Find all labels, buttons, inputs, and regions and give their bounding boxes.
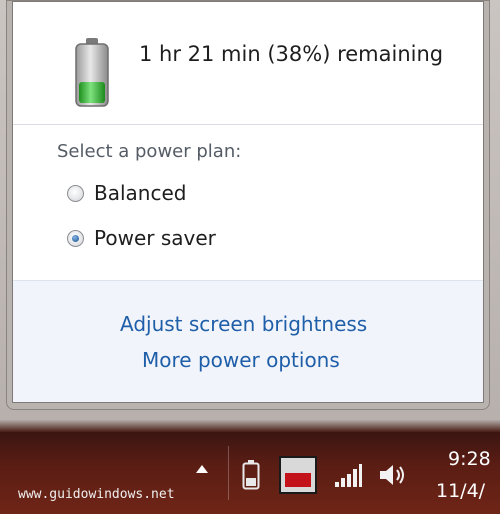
plan-label-balanced: Balanced <box>94 181 187 205</box>
adjust-brightness-link[interactable]: Adjust screen brightness <box>120 312 367 336</box>
clock-date[interactable]: 11/4/ <box>436 480 485 502</box>
show-hidden-icons-arrow-icon[interactable] <box>196 465 208 473</box>
battery-charge-fill <box>79 82 105 103</box>
more-power-options-link[interactable]: More power options <box>142 348 340 372</box>
taskbar-edge <box>0 420 500 432</box>
plan-option-balanced[interactable]: Balanced <box>67 179 186 207</box>
battery-status-row: 1 hr 21 min (38%) remaining <box>13 2 483 125</box>
battery-remaining-text: 1 hr 21 min (38%) remaining <box>139 42 444 66</box>
clock-time[interactable]: 9:28 <box>448 448 491 470</box>
power-plan-heading: Select a power plan: <box>57 141 242 162</box>
battery-flyout: 1 hr 21 min (38%) remaining Select a pow… <box>6 0 490 410</box>
plan-option-power-saver[interactable]: Power saver <box>67 224 216 252</box>
tray-battery-icon[interactable] <box>242 460 260 490</box>
battery-icon <box>75 38 109 107</box>
radio-button-power-saver[interactable] <box>67 229 84 247</box>
plan-label-power-saver: Power saver <box>94 226 216 250</box>
tray-app-icon[interactable] <box>279 456 317 494</box>
battery-flyout-frame: 1 hr 21 min (38%) remaining Select a pow… <box>0 0 500 420</box>
flyout-content: 1 hr 21 min (38%) remaining Select a pow… <box>12 1 484 403</box>
network-signal-icon[interactable] <box>333 462 363 488</box>
tray-divider <box>228 446 229 500</box>
watermark-text: www.guidowindows.net <box>18 487 175 502</box>
radio-button-balanced[interactable] <box>67 184 84 202</box>
volume-icon[interactable] <box>377 460 407 490</box>
links-area: Adjust screen brightness More power opti… <box>13 280 483 402</box>
